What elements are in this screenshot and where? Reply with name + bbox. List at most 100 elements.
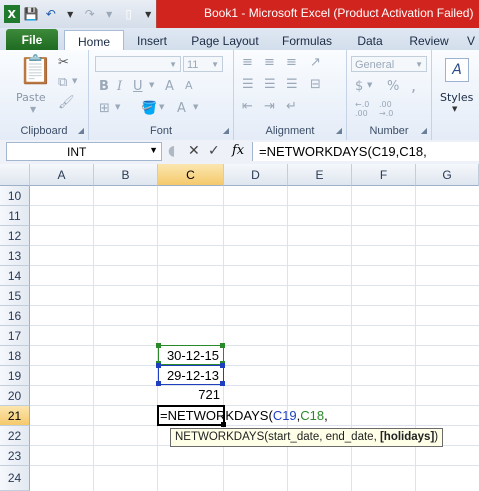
row-header-11[interactable]: 11 [0,206,30,226]
decrease-decimal-icon[interactable]: .00 →.0 [379,100,393,118]
underline-dropdown-icon[interactable]: ▼ [149,82,154,89]
insert-function-icon[interactable]: fx [232,143,244,158]
excel-logo-icon[interactable]: X [4,5,20,23]
cell-c20[interactable]: 721 [158,385,224,405]
font-size-combo[interactable]: 11 ▼ [183,56,223,72]
row-header-19[interactable]: 19 [0,366,30,386]
fill-dropdown-icon[interactable]: ▼ [159,104,164,111]
alignment-launcher-icon[interactable]: ◢ [336,126,342,135]
tab-view[interactable]: V [464,31,478,50]
tab-data[interactable]: Data [350,31,390,50]
styles-button[interactable]: Styles [440,92,473,103]
font-color-dropdown-icon[interactable]: ▼ [193,104,198,111]
number-launcher-icon[interactable]: ◢ [421,126,427,135]
tab-insert[interactable]: Insert [128,31,176,50]
row-header-10[interactable]: 10 [0,186,30,206]
column-header-g[interactable]: G [416,164,479,186]
clipboard-launcher-icon[interactable]: ◢ [78,126,84,135]
align-top-icon[interactable]: ≡ [242,56,253,69]
undo-icon[interactable]: ↶ [43,5,59,23]
row-header-14[interactable]: 14 [0,266,30,286]
tab-home[interactable]: Home [64,30,124,52]
align-right-icon[interactable]: ☰ [286,78,298,91]
paste-icon[interactable]: 📋 [18,56,53,84]
align-middle-icon[interactable]: ≡ [264,56,275,69]
range-handle[interactable] [156,343,161,348]
row-header-12[interactable]: 12 [0,226,30,246]
column-header-e[interactable]: E [288,164,352,186]
row-header-17[interactable]: 17 [0,326,30,346]
currency-icon[interactable]: $ [355,80,363,93]
styles-icon[interactable]: A [445,58,469,82]
underline-icon[interactable]: U [133,80,143,93]
format-painter-icon[interactable]: 🖌 [58,96,75,109]
font-launcher-icon[interactable]: ◢ [223,126,229,135]
name-box-dropdown-icon[interactable]: ▼ [149,145,158,155]
row-header-18[interactable]: 18 [0,346,30,366]
row-header-20[interactable]: 20 [0,386,30,406]
paste-dropdown-icon[interactable]: ▼ [30,106,36,114]
number-format-combo[interactable]: General ▼ [351,56,427,72]
column-header-d[interactable]: D [224,164,288,186]
bold-icon[interactable]: B [99,80,109,93]
row-header-23[interactable]: 23 [0,446,30,466]
paste-button[interactable]: Paste [16,92,46,103]
wrap-text-icon[interactable]: ↵ [286,100,297,113]
row-header-21[interactable]: 21 [0,406,30,426]
tab-review[interactable]: Review [402,31,456,50]
borders-dropdown-icon[interactable]: ▼ [115,104,120,111]
customize-toolbar-icon[interactable]: ▼ [141,5,157,23]
range-handle[interactable] [156,363,161,368]
copy-icon[interactable]: ⧉ [58,76,67,89]
decrease-indent-icon[interactable]: ⇤ [242,100,253,113]
formula-bar-resize-icon[interactable]: ◖ [168,143,175,159]
cut-icon[interactable]: ✂ [58,56,69,69]
increase-indent-icon[interactable]: ⇥ [264,100,275,113]
row-header-15[interactable]: 15 [0,286,30,306]
cancel-icon[interactable]: ✕ [188,143,200,159]
redo-icon[interactable]: ↷ [82,5,98,23]
cell-c18[interactable]: 30-12-15 [158,345,224,365]
grow-font-icon[interactable]: A [165,80,174,93]
column-header-f[interactable]: F [352,164,416,186]
column-header-c[interactable]: C [158,164,224,186]
borders-icon[interactable]: ⊞ [99,102,110,115]
fill-color-icon[interactable]: 🪣 [141,102,157,115]
tab-page-layout[interactable]: Page Layout [186,31,264,50]
dropdown-icon[interactable]: ▼ [102,5,118,23]
select-all-corner[interactable] [0,164,30,186]
cell-c21-editor[interactable]: =NETWORKDAYS(C19,C18, [160,406,328,426]
column-header-a[interactable]: A [30,164,94,186]
styles-dropdown-icon[interactable]: ▼ [452,106,457,113]
increase-decimal-icon[interactable]: ←.0 .00 [355,100,369,118]
enter-icon[interactable]: ✓ [208,143,220,159]
range-handle[interactable] [220,363,225,368]
name-box[interactable]: INT ▼ [6,142,162,161]
align-center-icon[interactable]: ☰ [264,78,276,91]
align-bottom-icon[interactable]: ≡ [286,56,297,69]
shrink-font-icon[interactable]: A [185,80,193,91]
font-color-icon[interactable]: A [177,102,186,115]
save-icon[interactable]: 💾 [24,5,40,23]
formula-input[interactable]: =NETWORKDAYS(C19,C18, [252,142,479,161]
cell-c19[interactable]: 29-12-13 [158,365,224,385]
percent-icon[interactable]: % [387,80,399,93]
font-name-combo[interactable]: ▼ [95,56,181,72]
align-left-icon[interactable]: ☰ [242,78,254,91]
tab-formulas[interactable]: Formulas [276,31,338,50]
function-tooltip[interactable]: NETWORKDAYS(start_date, end_date, [holid… [170,428,444,447]
row-header-16[interactable]: 16 [0,306,30,326]
italic-icon[interactable]: I [117,80,122,93]
range-handle[interactable] [220,343,225,348]
comma-style-icon[interactable]: , [411,78,416,94]
row-header-22[interactable]: 22 [0,426,30,446]
worksheet-grid[interactable]: A B C D E F G 10 11 12 13 14 15 16 17 18… [0,164,479,491]
dropdown-icon[interactable]: ▼ [63,5,79,23]
new-document-icon[interactable]: ▯ [121,5,137,23]
currency-dropdown-icon[interactable]: ▼ [367,82,372,89]
column-header-b[interactable]: B [94,164,158,186]
merge-center-icon[interactable]: ⊟ [310,78,321,91]
copy-dropdown-icon[interactable]: ▼ [72,78,77,85]
row-header-24[interactable]: 24 [0,466,30,491]
orientation-icon[interactable]: ↗ [310,56,321,69]
